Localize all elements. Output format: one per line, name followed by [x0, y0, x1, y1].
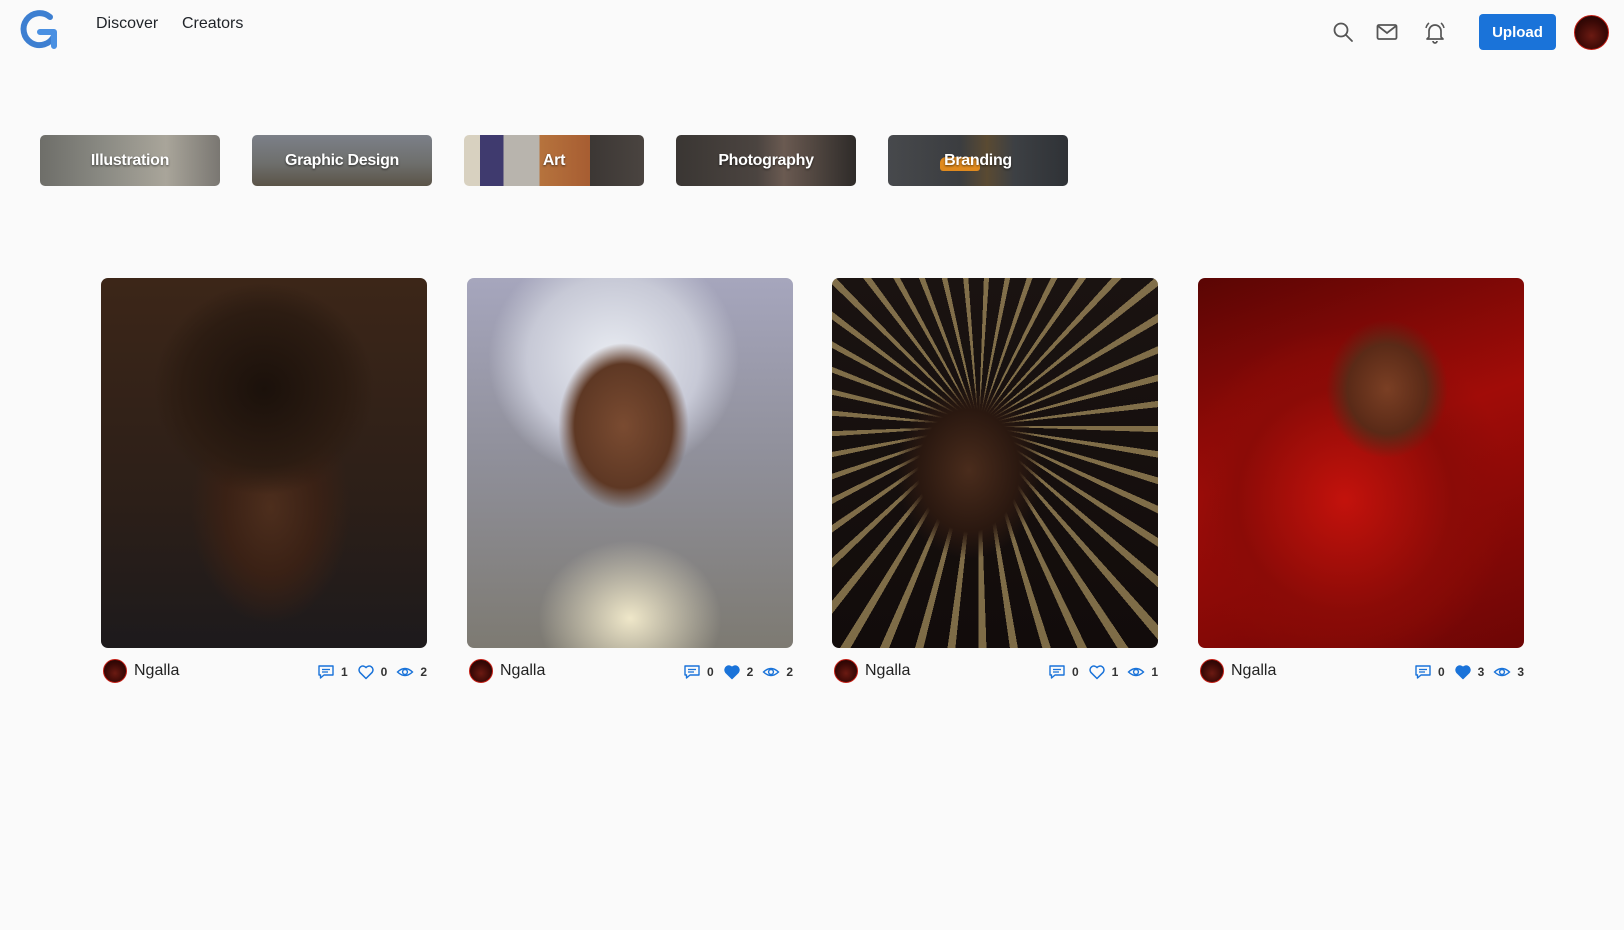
comments-stat[interactable]: 0 — [683, 663, 714, 681]
card-stats: 0 1 1 — [1039, 663, 1158, 681]
views-stat: 2 — [396, 663, 427, 681]
likes-count: 0 — [380, 665, 388, 679]
likes-stat[interactable]: 1 — [1088, 663, 1119, 681]
card-stats: 1 0 2 — [308, 663, 427, 681]
comment-icon — [1415, 665, 1431, 679]
upload-button[interactable]: Upload — [1479, 14, 1556, 50]
mail-icon[interactable] — [1375, 20, 1399, 44]
views-count: 2 — [786, 665, 793, 679]
likes-stat[interactable]: 0 — [357, 663, 388, 681]
notification-bell-icon[interactable] — [1423, 20, 1447, 44]
author-avatar[interactable] — [469, 659, 493, 683]
comments-stat[interactable]: 0 — [1414, 663, 1445, 681]
category-graphic-design[interactable]: Graphic Design — [252, 135, 432, 186]
author-avatar[interactable] — [103, 659, 127, 683]
heart-filled-icon — [1454, 665, 1471, 680]
author-name[interactable]: Ngalla — [1231, 662, 1276, 680]
views-count: 3 — [1517, 665, 1524, 679]
heart-filled-icon — [723, 665, 740, 680]
author-name[interactable]: Ngalla — [865, 662, 910, 680]
artwork-card: Ngalla 0 2 2 — [467, 278, 793, 686]
heart-outline-icon — [1088, 665, 1105, 680]
eye-icon — [762, 667, 780, 677]
eye-icon — [396, 667, 414, 677]
card-stats: 0 3 3 — [1405, 663, 1524, 681]
views-stat: 1 — [1127, 663, 1158, 681]
likes-stat[interactable]: 2 — [723, 663, 754, 681]
views-count: 1 — [1151, 665, 1158, 679]
artwork-image[interactable] — [467, 278, 793, 648]
category-photography[interactable]: Photography — [676, 135, 856, 186]
likes-count: 2 — [746, 665, 754, 679]
category-illustration[interactable]: Illustration — [40, 135, 220, 186]
nav-discover[interactable]: Discover — [96, 14, 158, 34]
card-meta: Ngalla 0 3 3 — [1198, 656, 1524, 686]
comments-count: 0 — [1437, 665, 1445, 679]
comment-icon — [1049, 665, 1065, 679]
eye-icon — [1493, 667, 1511, 677]
comments-stat[interactable]: 0 — [1048, 663, 1079, 681]
artwork-card: Ngalla 0 3 3 — [1198, 278, 1524, 686]
user-avatar[interactable] — [1574, 15, 1609, 50]
card-stats: 0 2 2 — [674, 663, 793, 681]
likes-count: 1 — [1111, 665, 1119, 679]
artwork-card: Ngalla 0 1 1 — [832, 278, 1158, 686]
category-branding[interactable]: Branding — [888, 135, 1068, 186]
author-name[interactable]: Ngalla — [500, 662, 545, 680]
comment-icon — [684, 665, 700, 679]
views-stat: 2 — [762, 663, 793, 681]
views-stat: 3 — [1493, 663, 1524, 681]
author-name[interactable]: Ngalla — [134, 662, 179, 680]
eye-icon — [1127, 667, 1145, 677]
category-label: Art — [542, 151, 566, 169]
likes-stat[interactable]: 3 — [1454, 663, 1485, 681]
artwork-image[interactable] — [1198, 278, 1524, 648]
views-count: 2 — [420, 665, 427, 679]
category-label: Illustration — [90, 151, 170, 169]
comment-icon — [318, 665, 334, 679]
category-label: Photography — [718, 151, 814, 169]
comments-count: 0 — [706, 665, 714, 679]
card-meta: Ngalla 1 0 2 — [101, 656, 427, 686]
comments-count: 1 — [340, 665, 348, 679]
comments-count: 0 — [1071, 665, 1079, 679]
top-navbar: Discover Creators Upload — [0, 0, 1624, 64]
heart-outline-icon — [357, 665, 374, 680]
category-label: Graphic Design — [284, 151, 400, 169]
comments-stat[interactable]: 1 — [317, 663, 348, 681]
card-meta: Ngalla 0 1 1 — [832, 656, 1158, 686]
artwork-image[interactable] — [101, 278, 427, 648]
category-art[interactable]: Art — [464, 135, 644, 186]
logo-icon[interactable] — [18, 8, 62, 52]
artwork-image[interactable] — [832, 278, 1158, 648]
author-avatar[interactable] — [834, 659, 858, 683]
likes-count: 3 — [1477, 665, 1485, 679]
category-label: Branding — [944, 151, 1012, 169]
nav-creators[interactable]: Creators — [182, 14, 243, 34]
search-icon[interactable] — [1331, 20, 1355, 44]
author-avatar[interactable] — [1200, 659, 1224, 683]
card-meta: Ngalla 0 2 2 — [467, 656, 793, 686]
artwork-card: Ngalla 1 0 2 — [101, 278, 427, 686]
